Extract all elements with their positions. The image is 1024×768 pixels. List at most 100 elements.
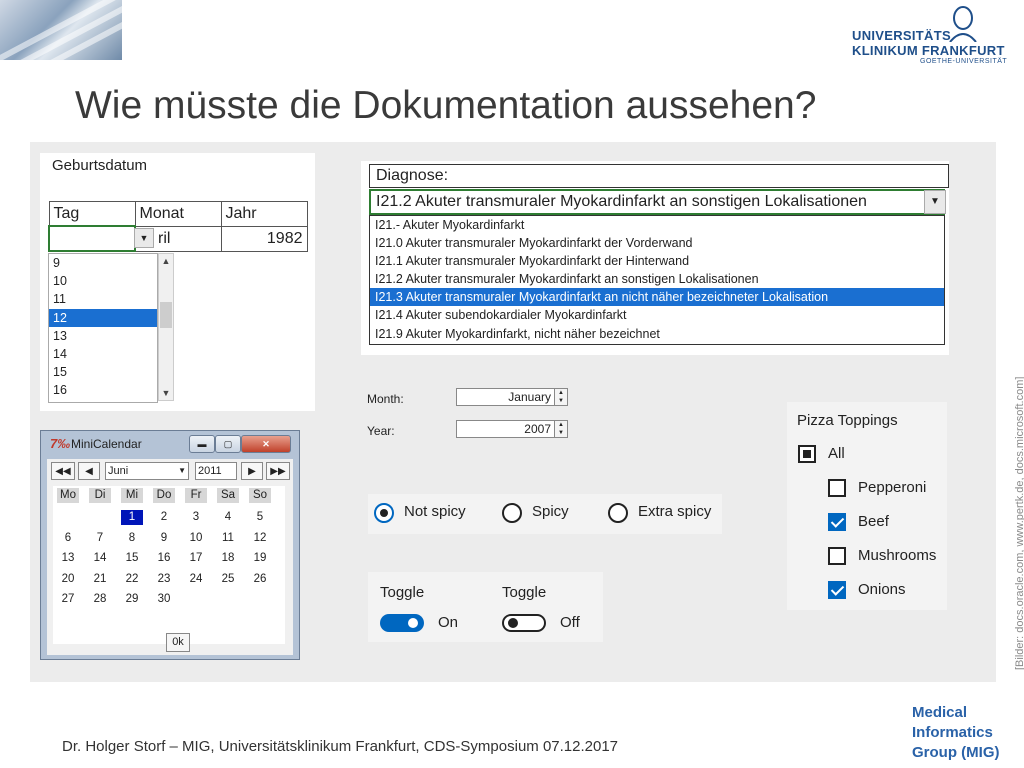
calendar-day[interactable]: 18 [217,551,239,566]
calendar-day[interactable]: 10 [185,531,207,546]
calendar-day[interactable]: 5 [249,510,271,525]
calendar-day[interactable]: 8 [121,531,143,546]
prev-year-button[interactable]: ◀◀ [51,462,75,480]
calendar-day[interactable]: 11 [217,531,239,546]
calendar-day[interactable]: 30 [153,592,175,607]
weekday-header: Di [89,488,111,503]
toggle-switch[interactable] [502,614,546,632]
listbox-scrollbar[interactable]: ▲ ▼ [158,253,174,401]
calendar-day[interactable]: 28 [89,592,111,607]
ok-button[interactable]: 0k [166,633,190,652]
calendar-day[interactable]: 20 [57,572,79,587]
diagnosis-list[interactable]: I21.- Akuter Myokardinfarkt I21.0 Akuter… [369,215,945,345]
list-item-highlighted[interactable]: I21.3 Akuter transmuraler Myokardinfarkt… [370,288,944,307]
calendar-day[interactable]: 29 [121,592,143,607]
year-label: Year: [367,424,395,438]
maximize-icon[interactable]: ▢ [215,435,241,453]
month-spinner-input[interactable]: January [456,388,556,406]
slide-footer: Dr. Holger Storf – MIG, Universitätsklin… [62,738,619,755]
list-item[interactable]: I21.9 Akuter Myokardinfarkt, nicht näher… [370,325,944,343]
list-item[interactable]: 15 [49,363,157,381]
list-item[interactable]: 11 [49,290,157,308]
calendar-day[interactable]: 19 [249,551,271,566]
checkbox-unchecked-icon[interactable] [828,547,846,565]
jahr-cell[interactable]: 1982 [220,225,308,252]
list-item[interactable]: I21.4 Akuter subendokardialer Myokardinf… [370,306,944,324]
weekday-header: So [249,488,271,503]
radio-label: Spicy [532,503,569,520]
mig-label: Medical Informatics Group (MIG) [912,703,999,763]
list-item[interactable]: 14 [49,345,157,363]
calendar-day[interactable]: 24 [185,572,207,587]
pizza-title: Pizza Toppings [797,412,898,429]
toggle-switch[interactable] [380,614,424,632]
toggle-knob [508,618,518,628]
tag-dropdown-icon[interactable]: ▼ [134,228,154,248]
calendar-day[interactable]: 27 [57,592,79,607]
minimize-icon[interactable]: ▬ [189,435,215,453]
checkbox-checked-icon[interactable] [828,581,846,599]
calendar-day-selected[interactable]: 1 [121,510,143,525]
calendar-day[interactable]: 17 [185,551,207,566]
year-spinner-input[interactable]: 2007 [456,420,556,438]
list-item[interactable]: I21.0 Akuter transmuraler Myokardinfarkt… [370,234,944,252]
close-icon[interactable]: ✕ [241,435,291,453]
radio-checked-icon[interactable] [374,503,394,523]
radio-unchecked-icon[interactable] [608,503,628,523]
month-select[interactable]: Juni ▼ [105,462,189,480]
chevron-down-icon[interactable]: ▼ [178,463,186,479]
calendar-day[interactable]: 7 [89,531,111,546]
list-item[interactable]: I21.- Akuter Myokardinfarkt [370,216,944,234]
calendar-day[interactable]: 23 [153,572,175,587]
image-source-note: [Bilder: docs.oracle.com, www.pertk.de, … [1014,376,1024,670]
spiciness-radio-group: Not spicy Spicy Extra spicy [368,494,722,534]
university-logo: UNIVERSITÄTS KLINIKUM FRANKFURT GOETHE-U… [852,4,1012,68]
diagnosis-combobox[interactable]: I21.2 Akuter transmuraler Myokardinfarkt… [369,189,945,215]
calendar-day[interactable]: 13 [57,551,79,566]
radio-unchecked-icon[interactable] [502,503,522,523]
logo-line-1: UNIVERSITÄTS [852,28,951,43]
prev-month-button[interactable]: ◀ [78,462,100,480]
calendar-day[interactable]: 6 [57,531,79,546]
calendar-day[interactable]: 14 [89,551,111,566]
list-item[interactable]: 9 [49,254,157,272]
calendar-day[interactable]: 21 [89,572,111,587]
list-item[interactable]: 10 [49,272,157,290]
scroll-up-icon[interactable]: ▲ [159,256,173,266]
scroll-down-icon[interactable]: ▼ [159,388,173,398]
window-titlebar[interactable]: 7‰ MiniCalendar ▬ ▢ ✕ [41,431,299,457]
next-year-button[interactable]: ▶▶ [266,462,290,480]
month-spinner-arrows-icon[interactable]: ▲ ▼ [554,388,568,406]
list-item[interactable]: 16 [49,381,157,399]
radio-label: Extra spicy [638,503,712,520]
list-item[interactable]: 13 [49,327,157,345]
tag-listbox[interactable]: 9 10 11 12 13 14 15 16 [48,253,158,403]
scroll-thumb[interactable] [160,302,172,328]
next-month-button[interactable]: ▶ [241,462,263,480]
checkbox-checked-icon[interactable] [828,513,846,531]
tag-cell[interactable]: ▼ [48,225,154,252]
calendar-day[interactable]: 16 [153,551,175,566]
month-select-value: Juni [108,465,129,477]
year-input[interactable]: 2011 [195,462,237,480]
calendar-day[interactable]: 9 [153,531,175,546]
calendar-day[interactable]: 3 [185,510,207,525]
calendar-day[interactable]: 12 [249,531,271,546]
calendar-day[interactable]: 25 [217,572,239,587]
calendar-day[interactable]: 2 [153,510,175,525]
list-item[interactable]: I21.2 Akuter transmuraler Myokardinfarkt… [370,270,944,288]
checkbox-indeterminate-icon[interactable] [798,445,816,463]
chevron-down-icon[interactable]: ▼ [924,190,946,214]
calendar-day[interactable]: 22 [121,572,143,587]
checkbox-label: All [828,445,845,462]
year-spinner-arrows-icon[interactable]: ▲ ▼ [554,420,568,438]
list-item[interactable]: I21.1 Akuter transmuraler Myokardinfarkt… [370,252,944,270]
toggle-state: Off [560,614,580,631]
list-item-selected[interactable]: 12 [49,308,157,327]
checkbox-unchecked-icon[interactable] [828,479,846,497]
calendar-day[interactable]: 26 [249,572,271,587]
calendar-day[interactable]: 4 [217,510,239,525]
calendar-day[interactable]: 15 [121,551,143,566]
toggle-state: On [438,614,459,631]
weekday-header: Mo [57,488,79,503]
